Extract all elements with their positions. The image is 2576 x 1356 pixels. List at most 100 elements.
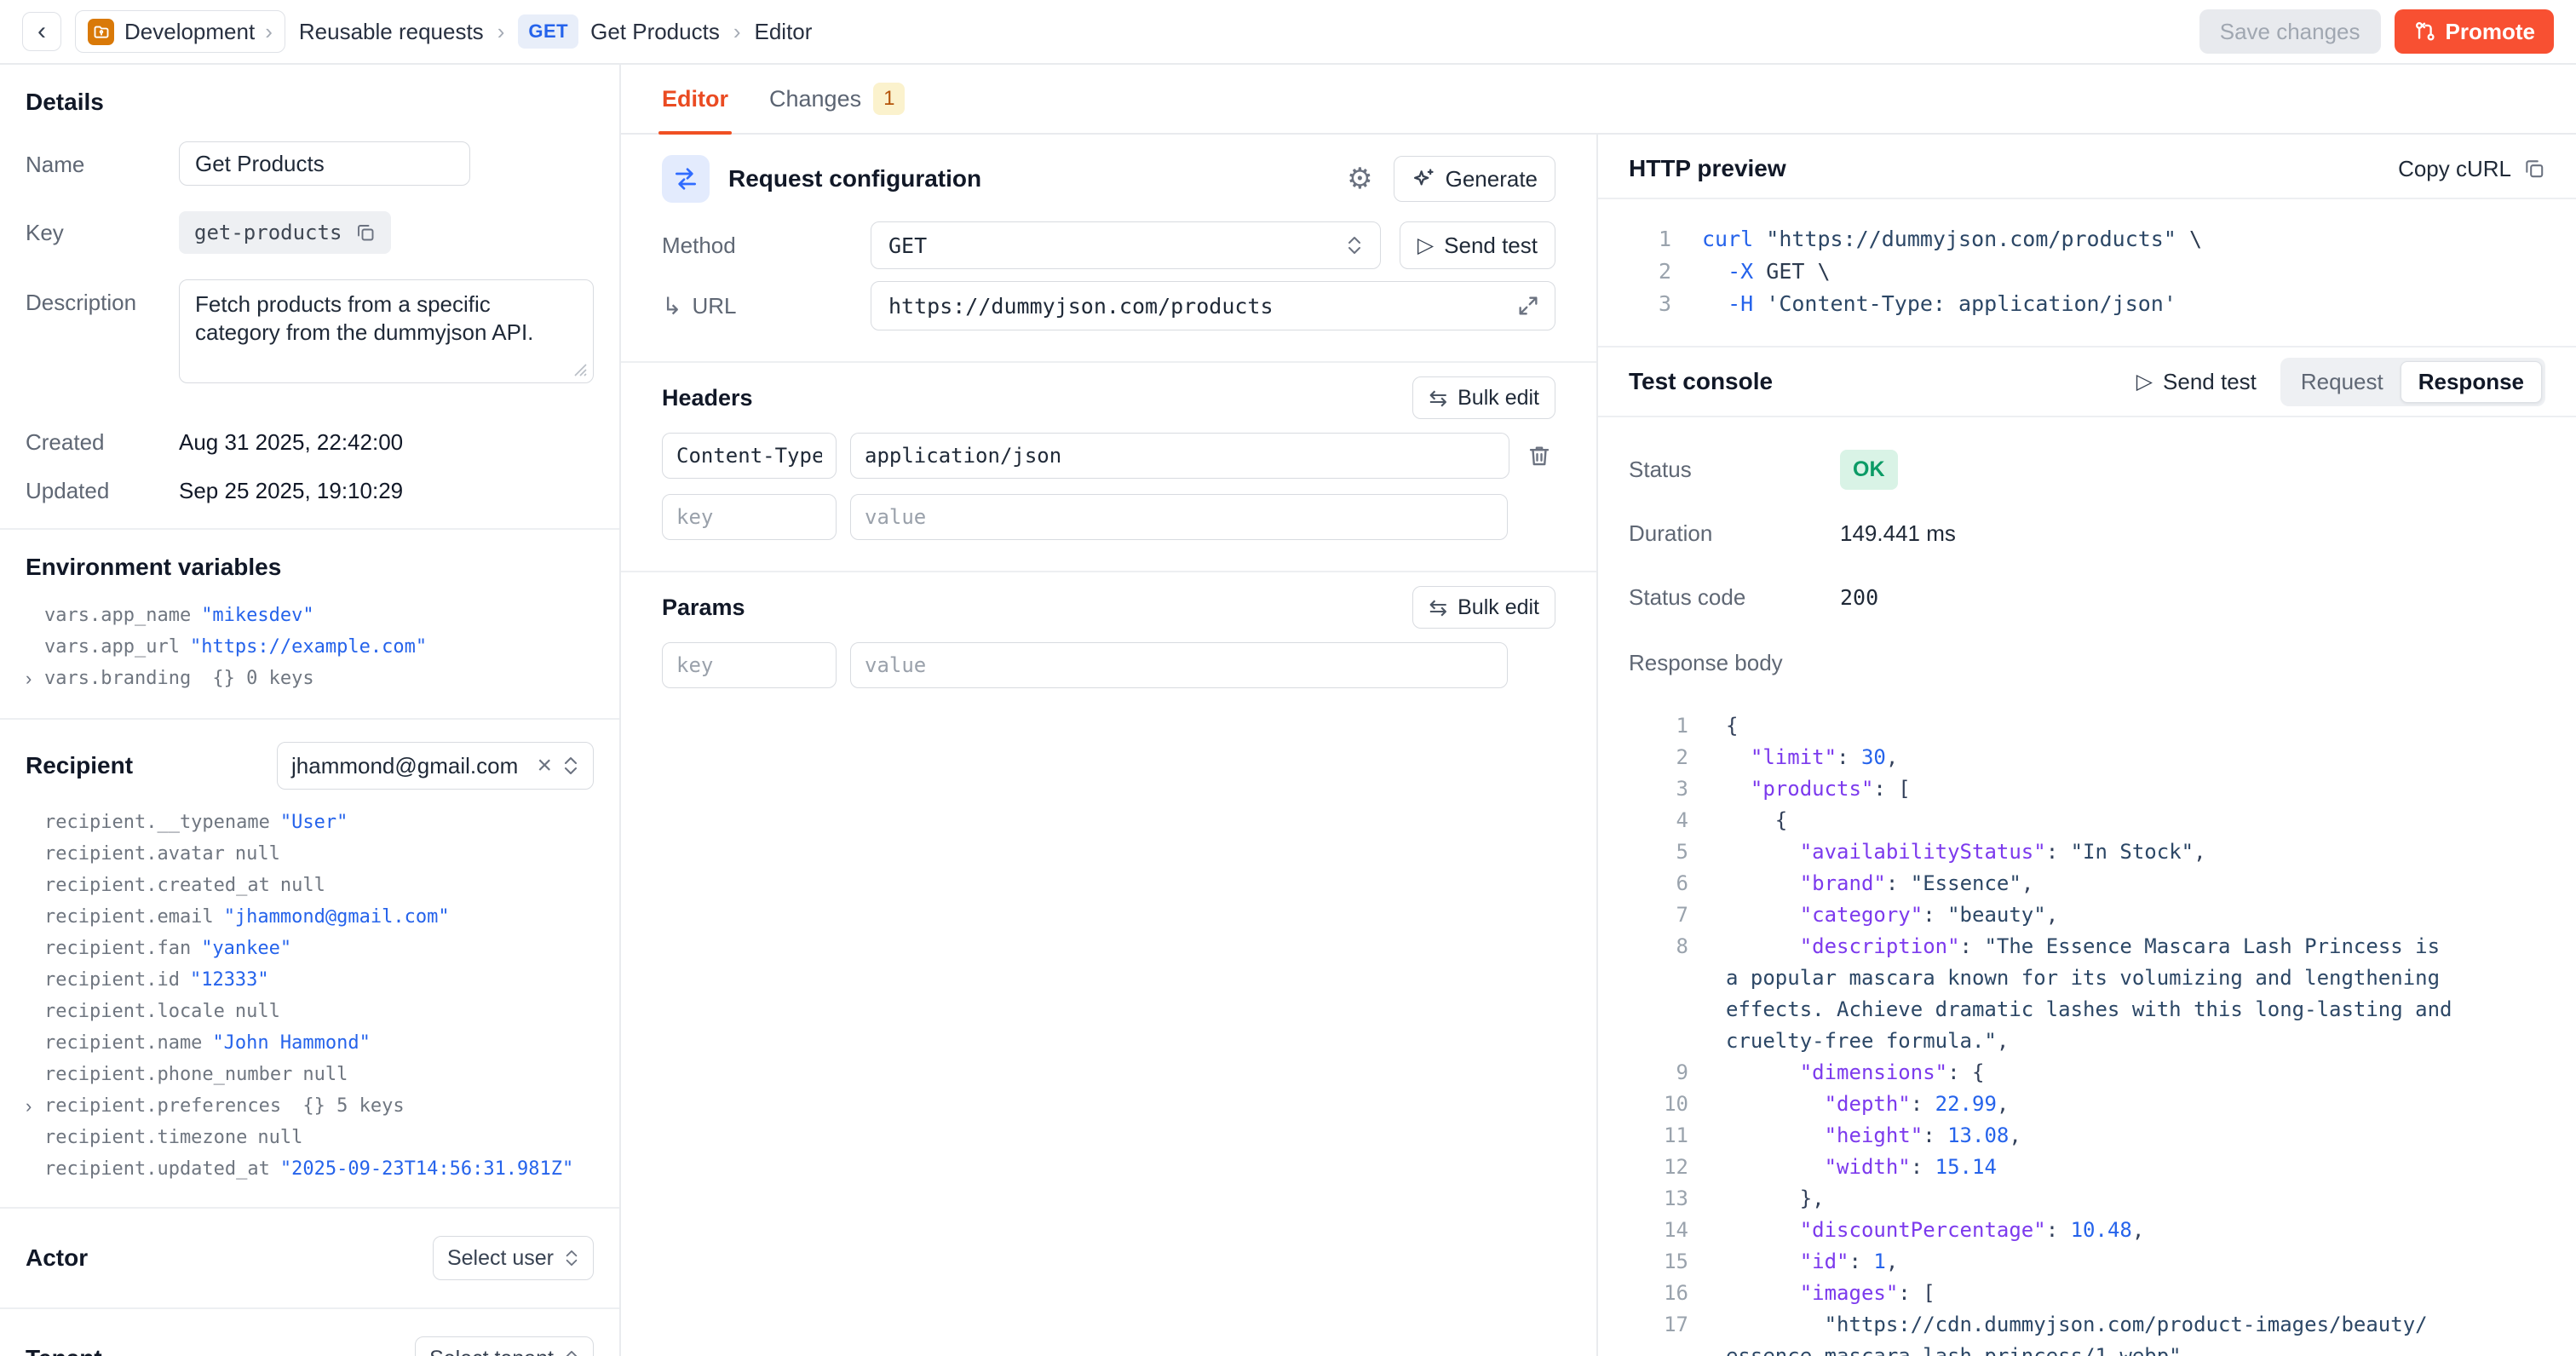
generate-button[interactable]: Generate bbox=[1394, 156, 1555, 202]
breadcrumb-editor[interactable]: Editor bbox=[755, 19, 813, 45]
key-value: get-products bbox=[194, 221, 342, 244]
variable-value: null bbox=[302, 1064, 348, 1085]
code-text: -H 'Content-Type: application/json' bbox=[1702, 288, 2176, 320]
variable-row: vars.app_url"https://example.com" bbox=[44, 636, 594, 668]
code-line: 2 "limit": 30, bbox=[1629, 742, 2545, 773]
variable-key: recipient.created_at bbox=[44, 875, 270, 896]
breadcrumb-reusable-requests[interactable]: Reusable requests bbox=[299, 19, 484, 45]
topbar: ‹ Development › Reusable requests › GET … bbox=[0, 0, 2576, 65]
expand-icon[interactable] bbox=[1516, 294, 1540, 318]
copy-icon[interactable] bbox=[355, 222, 376, 243]
code-line: 10 "depth": 22.99, bbox=[1629, 1089, 2545, 1120]
duration-label: Duration bbox=[1629, 520, 1840, 547]
header-key-input-empty[interactable] bbox=[662, 494, 837, 540]
expand-chevron-icon[interactable]: › bbox=[26, 668, 32, 690]
breadcrumb-request-name[interactable]: Get Products bbox=[590, 19, 720, 45]
code-text: essence-mascara-lash-princess/1.webp" bbox=[1726, 1341, 2182, 1356]
tenant-select[interactable]: Select tenant bbox=[415, 1336, 594, 1356]
code-text: "discountPercentage": 10.48, bbox=[1726, 1215, 2144, 1246]
header-value-input-empty[interactable] bbox=[850, 494, 1508, 540]
variable-value: null bbox=[235, 1001, 280, 1022]
send-test-label: Send test bbox=[1444, 233, 1538, 259]
param-value-input[interactable] bbox=[850, 642, 1508, 688]
code-text: "https://cdn.dummyjson.com/product-image… bbox=[1726, 1309, 2428, 1341]
recipient-heading: Recipient bbox=[26, 752, 133, 779]
variable-row: vars.app_name"mikesdev" bbox=[44, 605, 594, 636]
headers-bulk-edit-button[interactable]: ⇆ Bulk edit bbox=[1412, 376, 1555, 419]
variable-row: recipient.email"jhammond@gmail.com" bbox=[44, 906, 594, 938]
code-line: effects. Achieve dramatic lashes with th… bbox=[1629, 994, 2545, 1026]
line-number: 9 bbox=[1629, 1057, 1688, 1089]
code-line: cruelty-free formula.", bbox=[1629, 1026, 2545, 1057]
code-text: "limit": 30, bbox=[1726, 742, 1898, 773]
toggle-response[interactable]: Response bbox=[2401, 361, 2542, 403]
save-changes-button[interactable]: Save changes bbox=[2199, 9, 2381, 54]
send-test-button[interactable]: ▷ Send test bbox=[1400, 221, 1555, 269]
toggle-request[interactable]: Request bbox=[2284, 361, 2401, 403]
details-sidebar: Details Name Key get-products Descriptio… bbox=[0, 65, 621, 1356]
param-key-input[interactable] bbox=[662, 642, 837, 688]
code-text: "dimensions": { bbox=[1726, 1057, 1984, 1089]
recipient-select[interactable]: jhammond@gmail.com × bbox=[277, 742, 594, 790]
variable-value: "12333" bbox=[190, 969, 269, 991]
request-editor-panel: Request configuration ⚙ Generate bbox=[621, 135, 1598, 1356]
request-swap-icon bbox=[662, 155, 710, 203]
editor-tabs: Editor Changes 1 bbox=[621, 65, 2576, 135]
variable-value: "2025-09-23T14:56:31.981Z" bbox=[280, 1158, 573, 1180]
method-select[interactable]: GET bbox=[871, 221, 1381, 269]
variable-value: {} 0 keys bbox=[201, 668, 313, 689]
copy-curl-label: Copy cURL bbox=[2398, 156, 2511, 182]
variable-key: recipient.preferences bbox=[44, 1095, 281, 1117]
env-vars-list: vars.app_name"mikesdev"vars.app_url"http… bbox=[26, 605, 594, 699]
resize-handle[interactable] bbox=[572, 361, 589, 378]
gear-icon[interactable]: ⚙ bbox=[1347, 164, 1372, 193]
console-send-test-button[interactable]: ▷ Send test bbox=[2136, 369, 2257, 395]
code-line: 7 "category": "beauty", bbox=[1629, 899, 2545, 931]
variable-row: ›vars.branding {} 0 keys bbox=[44, 668, 594, 699]
copy-curl-button[interactable]: Copy cURL bbox=[2398, 156, 2545, 182]
expand-chevron-icon[interactable]: › bbox=[26, 1095, 32, 1118]
variable-row: recipient.localenull bbox=[44, 1001, 594, 1032]
trash-icon[interactable] bbox=[1523, 440, 1555, 472]
line-number: 2 bbox=[1629, 256, 1671, 288]
code-text: "depth": 22.99, bbox=[1726, 1089, 2009, 1120]
code-text: effects. Achieve dramatic lashes with th… bbox=[1726, 994, 2452, 1026]
copy-icon bbox=[2523, 158, 2545, 180]
promote-label: Promote bbox=[2446, 19, 2535, 45]
code-text: "width": 15.14 bbox=[1726, 1152, 1997, 1183]
variable-key: vars.app_url bbox=[44, 636, 180, 658]
recipient-attrs-list: recipient.__typename"User"recipient.avat… bbox=[26, 812, 594, 1190]
back-button[interactable]: ‹ bbox=[22, 12, 61, 51]
tab-changes-label: Changes bbox=[769, 86, 861, 112]
environment-switcher[interactable]: Development › bbox=[75, 10, 285, 53]
params-bulk-edit-button[interactable]: ⇆ Bulk edit bbox=[1412, 586, 1555, 629]
promote-button[interactable]: Promote bbox=[2395, 9, 2554, 54]
key-pill: get-products bbox=[179, 211, 391, 254]
details-heading: Details bbox=[26, 89, 594, 116]
variable-row: recipient.avatarnull bbox=[44, 843, 594, 875]
name-input[interactable] bbox=[179, 141, 470, 186]
code-text: "id": 1, bbox=[1726, 1246, 1898, 1278]
url-label-text: URL bbox=[692, 293, 736, 319]
description-textarea[interactable]: Fetch products from a specific category … bbox=[179, 279, 594, 383]
code-text: a popular mascara known for its volumizi… bbox=[1726, 962, 2440, 994]
generate-label: Generate bbox=[1446, 166, 1538, 192]
code-line: 4 { bbox=[1629, 805, 2545, 836]
url-input[interactable] bbox=[871, 281, 1555, 330]
status-label: Status bbox=[1629, 457, 1840, 483]
line-number: 4 bbox=[1629, 805, 1688, 836]
tab-changes[interactable]: Changes 1 bbox=[769, 65, 905, 133]
actor-select[interactable]: Select user bbox=[433, 1236, 594, 1280]
actor-heading: Actor bbox=[26, 1244, 88, 1272]
code-text: "category": "beauty", bbox=[1726, 899, 2058, 931]
variable-key: vars.branding bbox=[44, 668, 191, 689]
header-key-input[interactable] bbox=[662, 433, 837, 479]
tab-editor[interactable]: Editor bbox=[662, 65, 728, 133]
code-text: curl "https://dummyjson.com/products" \ bbox=[1702, 223, 2202, 256]
code-text: { bbox=[1726, 805, 1787, 836]
header-value-input[interactable] bbox=[850, 433, 1509, 479]
clear-icon[interactable]: × bbox=[537, 753, 552, 779]
variable-value: "John Hammond" bbox=[212, 1032, 370, 1054]
section-divider bbox=[621, 571, 1596, 572]
variable-value: "User" bbox=[280, 812, 348, 833]
